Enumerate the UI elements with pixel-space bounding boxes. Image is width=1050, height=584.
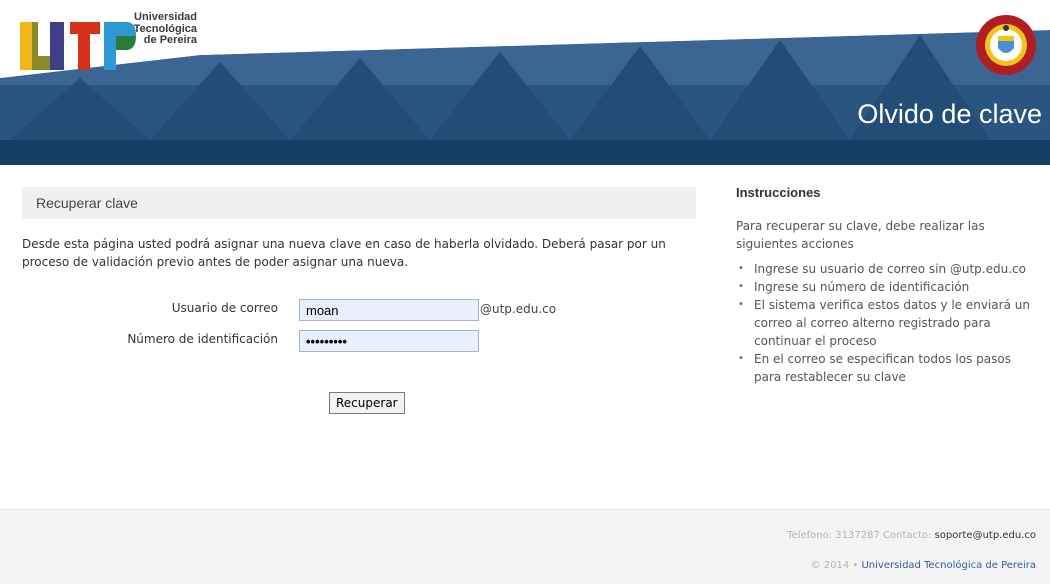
footer-phone: Telefono: 3137287 Contacto: — [787, 530, 932, 541]
email-input[interactable] — [299, 299, 479, 321]
copyright-text: © 2014 • — [810, 560, 859, 571]
logo-line-1: Universidad — [134, 11, 197, 23]
logo-text: Universidad Tecnológica de Pereira — [127, 11, 197, 47]
instruction-item: Ingrese su usuario de correo sin @utp.ed… — [736, 260, 1036, 278]
instructions-title: Instrucciones — [736, 185, 821, 200]
university-link[interactable]: Universidad Tecnológica de Pereira — [861, 560, 1036, 571]
instruction-item: En el correo se especifican todos los pa… — [736, 350, 1036, 386]
page: Universidad Tecnológica de Pereira Olvid… — [0, 0, 1050, 584]
id-input[interactable] — [299, 330, 479, 352]
email-suffix: @utp.edu.co — [480, 302, 557, 316]
instructions-intro: Para recuperar su clave, debe realizar l… — [736, 219, 985, 251]
email-row: Usuario de correo @utp.edu.co — [0, 297, 700, 323]
footer-contact: Telefono: 3137287 Contacto: soporte@utp.… — [787, 530, 1036, 541]
instruction-item: Ingrese su número de identificación — [736, 278, 1036, 296]
recover-button[interactable]: Recuperar — [329, 392, 405, 414]
section-header: Recuperar clave — [22, 187, 696, 219]
id-row: Número de identificación — [0, 329, 700, 355]
support-email-link[interactable]: soporte@utp.edu.co — [935, 530, 1036, 541]
section-title: Recuperar clave — [36, 195, 138, 211]
logo-line-3: de Pereira — [143, 34, 197, 46]
id-label: Número de identificación — [127, 332, 278, 346]
footer: Telefono: 3137287 Contacto: soporte@utp.… — [0, 509, 1050, 584]
instruction-item: El sistema verifica estos datos y le env… — [736, 296, 1036, 350]
colombia-seal-icon — [976, 15, 1036, 75]
page-title: Olvido de clave — [857, 99, 1042, 129]
email-label: Usuario de correo — [171, 301, 278, 315]
footer-copyright: © 2014 • Universidad Tecnológica de Pere… — [811, 560, 1036, 571]
instructions-list: Ingrese su usuario de correo sin @utp.ed… — [736, 260, 1036, 386]
intro-text: Desde esta página usted podrá asignar un… — [22, 237, 666, 269]
header: Universidad Tecnológica de Pereira Olvid… — [0, 0, 1050, 165]
